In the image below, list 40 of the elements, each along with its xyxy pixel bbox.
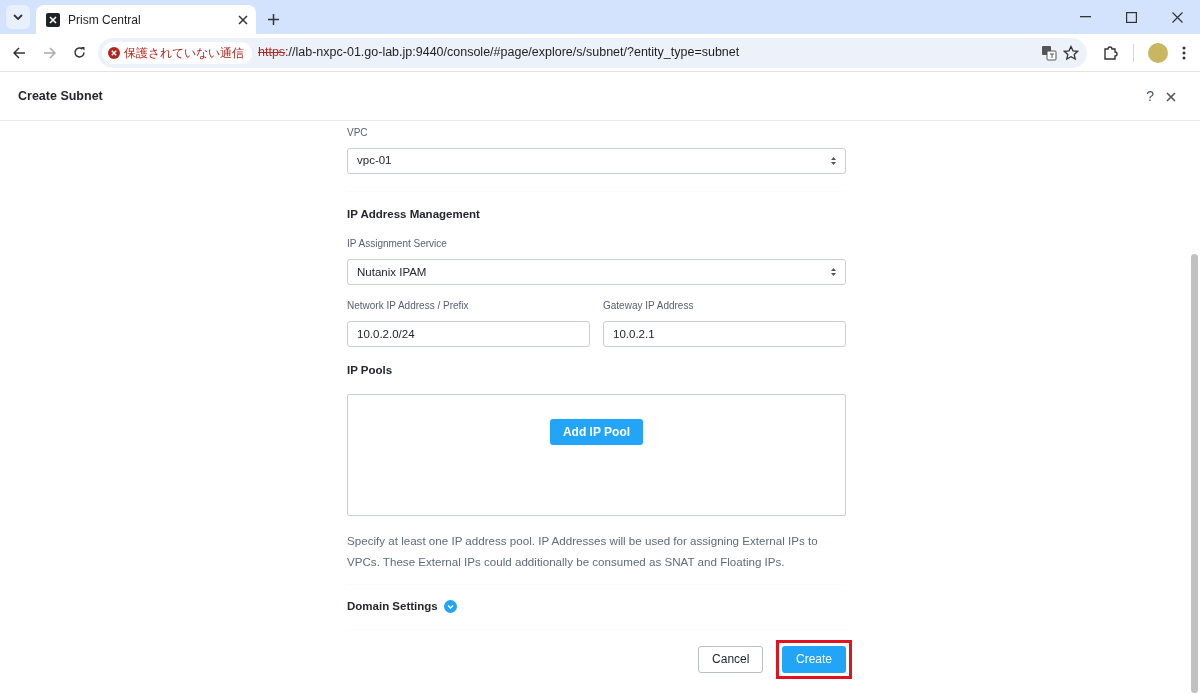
field-label: Network IP Address / Prefix	[347, 299, 470, 314]
sort-arrows-icon	[831, 157, 836, 165]
browser-tab[interactable]: Prism Central	[36, 5, 256, 34]
section-heading: IP Address Management	[347, 207, 481, 222]
address-bar[interactable]: 保護されていない通信 https://lab-nxpc-01.go-lab.jp:9440/console/#page/explore/s/subnet/?entity_type=subnet	[98, 37, 1087, 68]
field-label: Gateway IP Address	[603, 299, 695, 314]
input-field[interactable]: 10.0.2.0/24	[347, 321, 590, 348]
input-field[interactable]: 10.0.2.1	[603, 321, 846, 348]
close-icon[interactable]	[238, 14, 248, 25]
field-label: IP Assignment Service	[347, 237, 448, 252]
warning-icon	[108, 46, 120, 59]
help-text: Specify at least one IP address pool. IP Addresses will be used for assigning External IPs to VPCs. These External IPs could additionally be consumed as SNAT and Floating IPs.	[347, 532, 819, 570]
puzzle-piece-icon[interactable]	[1103, 44, 1119, 61]
select-field[interactable]: vpc-01	[347, 148, 846, 174]
site-logo-icon	[46, 12, 60, 27]
sort-arrows-icon	[831, 268, 836, 277]
dialog-button[interactable]: Cancel	[698, 645, 764, 673]
security-chip[interactable]: 保護されていない通信	[102, 41, 252, 64]
scrollbar-thumb[interactable]	[1191, 254, 1198, 693]
tab-title: Prism Central	[68, 11, 142, 29]
field-label: VPC	[347, 126, 369, 140]
close-icon	[1166, 91, 1176, 102]
star-icon[interactable]	[1063, 44, 1079, 61]
maximize-icon	[1125, 11, 1137, 23]
more-options-icon[interactable]	[1182, 45, 1186, 60]
translate-icon[interactable]	[1041, 44, 1057, 61]
section-heading: IP Pools	[347, 363, 394, 379]
select-field[interactable]: Nutanix IPAM	[347, 259, 846, 286]
help-button[interactable]: ?	[1140, 85, 1160, 107]
forward-arrow-icon	[42, 46, 56, 59]
minimize-icon	[1079, 16, 1091, 18]
tab-search-button[interactable]	[6, 5, 30, 29]
close-icon	[1171, 11, 1183, 23]
url-text: https://lab-nxpc-01.go-lab.jp:9440/console/#page/explore/s/subnet/?entity_type=subnet	[258, 44, 741, 62]
domain-settings-toggle[interactable]: Domain Settings	[347, 584, 846, 629]
chevron-down-icon	[13, 14, 23, 20]
back-arrow-icon	[12, 46, 26, 59]
plus-icon	[267, 13, 279, 25]
dialog-title: Create Subnet	[18, 87, 104, 105]
reload-icon	[72, 46, 86, 59]
